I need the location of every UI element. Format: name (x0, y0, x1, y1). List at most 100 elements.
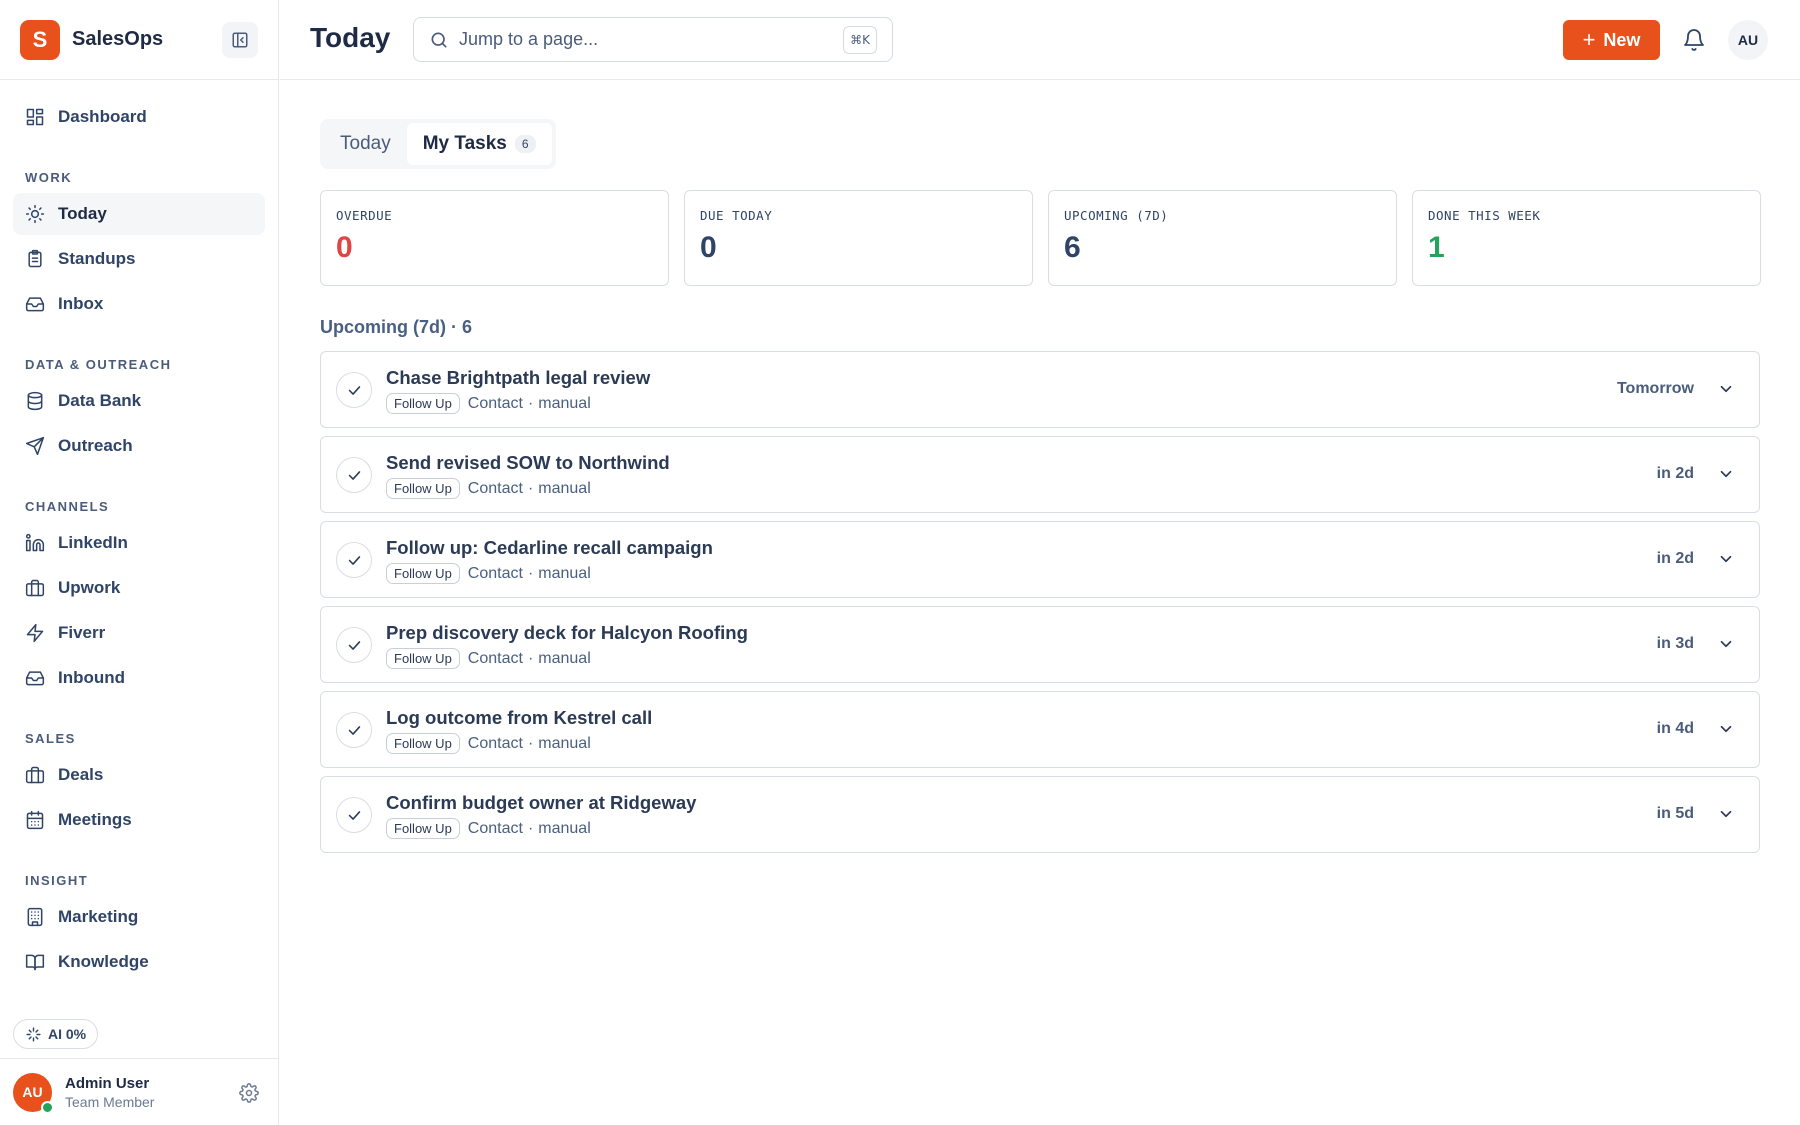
sidebar-item-knowledge[interactable]: Knowledge (13, 941, 265, 983)
new-button[interactable]: + New (1563, 20, 1660, 60)
chevron-down-icon[interactable] (1717, 805, 1735, 823)
stat-label: DUE TODAY (700, 208, 773, 223)
tab-label: Today (340, 133, 391, 154)
tab-my-tasks[interactable]: My Tasks 6 (406, 123, 552, 165)
sidebar-collapse-icon (232, 32, 248, 48)
ai-badge-label: AI 0% (48, 1026, 87, 1042)
view-tabs: Today My Tasks 6 (320, 119, 556, 169)
complete-task-button[interactable] (336, 797, 372, 833)
brand-logo: S (20, 19, 60, 60)
sidebar-item-upwork[interactable]: Upwork (13, 567, 265, 609)
sidebar-item-data-bank[interactable]: Data Bank (13, 380, 265, 422)
complete-task-button[interactable] (336, 627, 372, 663)
sidebar-item-marketing[interactable]: Marketing (13, 896, 265, 938)
chevron-down-icon[interactable] (1717, 720, 1735, 738)
task-due: in 5d (1656, 805, 1694, 822)
inbox-icon (25, 671, 45, 686)
sidebar-nav: Dashboard WORK Today Standups Inbox DATA & OU… (0, 80, 278, 983)
check-icon (348, 470, 360, 480)
chevron-down-icon[interactable] (1717, 550, 1735, 568)
task-source: manual (538, 564, 591, 582)
task-list-heading: Upcoming (7d) · 6 (320, 317, 472, 337)
task-row[interactable]: Log outcome from Kestrel call Follow Up Co… (320, 691, 1760, 768)
sidebar-section-data-outreach: DATA & OUTREACH (25, 357, 172, 372)
sidebar-item-label: Upwork (58, 578, 121, 597)
ai-badge[interactable]: AI 0% (13, 1019, 99, 1049)
sidebar-item-label: LinkedIn (58, 533, 128, 552)
complete-task-button[interactable] (336, 457, 372, 493)
task-meta: Follow Up Contact · manual (386, 733, 591, 754)
sidebar-item-label: Marketing (58, 907, 139, 926)
task-row[interactable]: Confirm budget owner at Ridgeway Follow U… (320, 776, 1760, 853)
sidebar-item-inbound[interactable]: Inbound (13, 657, 265, 699)
sidebar-item-inbox[interactable]: Inbox (13, 283, 265, 325)
sidebar-item-label: Deals (58, 765, 104, 784)
sidebar-item-linkedin[interactable]: LinkedIn (13, 522, 265, 564)
stat-value: 0 (336, 231, 353, 264)
bell-icon[interactable] (1682, 28, 1706, 52)
search-shortcut-hint: ⌘K (843, 26, 877, 54)
task-title: Prep discovery deck for Halcyon Roofing (386, 622, 748, 643)
stat-card-done-this-week: DONE THIS WEEK 1 (1412, 190, 1761, 286)
sidebar-item-label: Data Bank (58, 391, 142, 410)
search-box[interactable]: ⌘K (413, 17, 893, 62)
complete-task-button[interactable] (336, 712, 372, 748)
task-tag: Follow Up (386, 818, 460, 839)
sidebar-section-sales: SALES (25, 731, 76, 746)
stat-label: UPCOMING (7D) (1064, 208, 1169, 223)
task-list: Chase Brightpath legal review Follow Up Co… (320, 351, 1760, 861)
check-icon (348, 725, 360, 735)
collapse-sidebar-button[interactable] (222, 22, 258, 58)
header-avatar[interactable]: AU (1728, 20, 1768, 60)
sidebar-item-standups[interactable]: Standups (13, 238, 265, 280)
sidebar-item-deals[interactable]: Deals (13, 754, 265, 796)
chevron-down-icon[interactable] (1717, 635, 1735, 653)
check-icon (348, 810, 360, 820)
tab-today[interactable]: Today (324, 123, 407, 165)
chevron-down-icon[interactable] (1717, 465, 1735, 483)
sidebar-item-label: Knowledge (58, 952, 149, 971)
stat-card-overdue: OVERDUE 0 (320, 190, 669, 286)
sidebar-item-outreach[interactable]: Outreach (13, 425, 265, 467)
task-row[interactable]: Follow up: Cedarline recall campaign Foll… (320, 521, 1760, 598)
sidebar-item-dashboard[interactable]: Dashboard (13, 96, 265, 138)
task-meta: Follow Up Contact · manual (386, 563, 591, 584)
sidebar: S SalesOps Dashboard WORK Today Standups Inb… (0, 0, 279, 1125)
task-due: in 2d (1656, 465, 1694, 482)
stat-card-due-today: DUE TODAY 0 (684, 190, 1033, 286)
sidebar-item-fiverr[interactable]: Fiverr (13, 612, 265, 654)
user-initials: AU (22, 1084, 43, 1100)
task-due: in 2d (1656, 550, 1694, 567)
building-icon (27, 907, 43, 927)
inbox-icon (25, 297, 45, 312)
sparkle-icon (26, 1026, 41, 1042)
sidebar-item-meetings[interactable]: Meetings (13, 799, 265, 841)
task-source: manual (538, 479, 591, 497)
task-due: in 4d (1656, 720, 1694, 737)
task-row[interactable]: Send revised SOW to Northwind Follow Up Co… (320, 436, 1760, 513)
search-input[interactable] (459, 29, 839, 50)
sidebar-item-today[interactable]: Today (13, 193, 265, 235)
task-row[interactable]: Prep discovery deck for Halcyon Roofing F… (320, 606, 1760, 683)
top-header: Today ⌘K + New AU (280, 0, 1800, 80)
complete-task-button[interactable] (336, 542, 372, 578)
task-meta: Follow Up Contact · manual (386, 478, 591, 499)
gear-icon[interactable] (239, 1083, 259, 1103)
user-avatar: AU (13, 1072, 54, 1114)
task-entity: Contact (467, 649, 523, 667)
briefcase-icon (25, 766, 45, 784)
complete-task-button[interactable] (336, 372, 372, 408)
clipboard-icon (28, 249, 42, 268)
user-profile[interactable]: AU Admin User Team Member (0, 1058, 279, 1125)
sidebar-item-label: Meetings (58, 810, 132, 829)
task-source: manual (538, 734, 591, 752)
stat-value: 6 (1064, 231, 1081, 264)
meta-separator: · (527, 479, 534, 497)
task-source: manual (538, 819, 591, 837)
brand-header: S SalesOps (0, 0, 278, 80)
chevron-down-icon[interactable] (1717, 380, 1735, 398)
sidebar-section-insight: INSIGHT (25, 873, 89, 888)
database-icon (27, 391, 43, 411)
sidebar-item-label: Standups (58, 249, 136, 268)
task-row[interactable]: Chase Brightpath legal review Follow Up Co… (320, 351, 1760, 428)
